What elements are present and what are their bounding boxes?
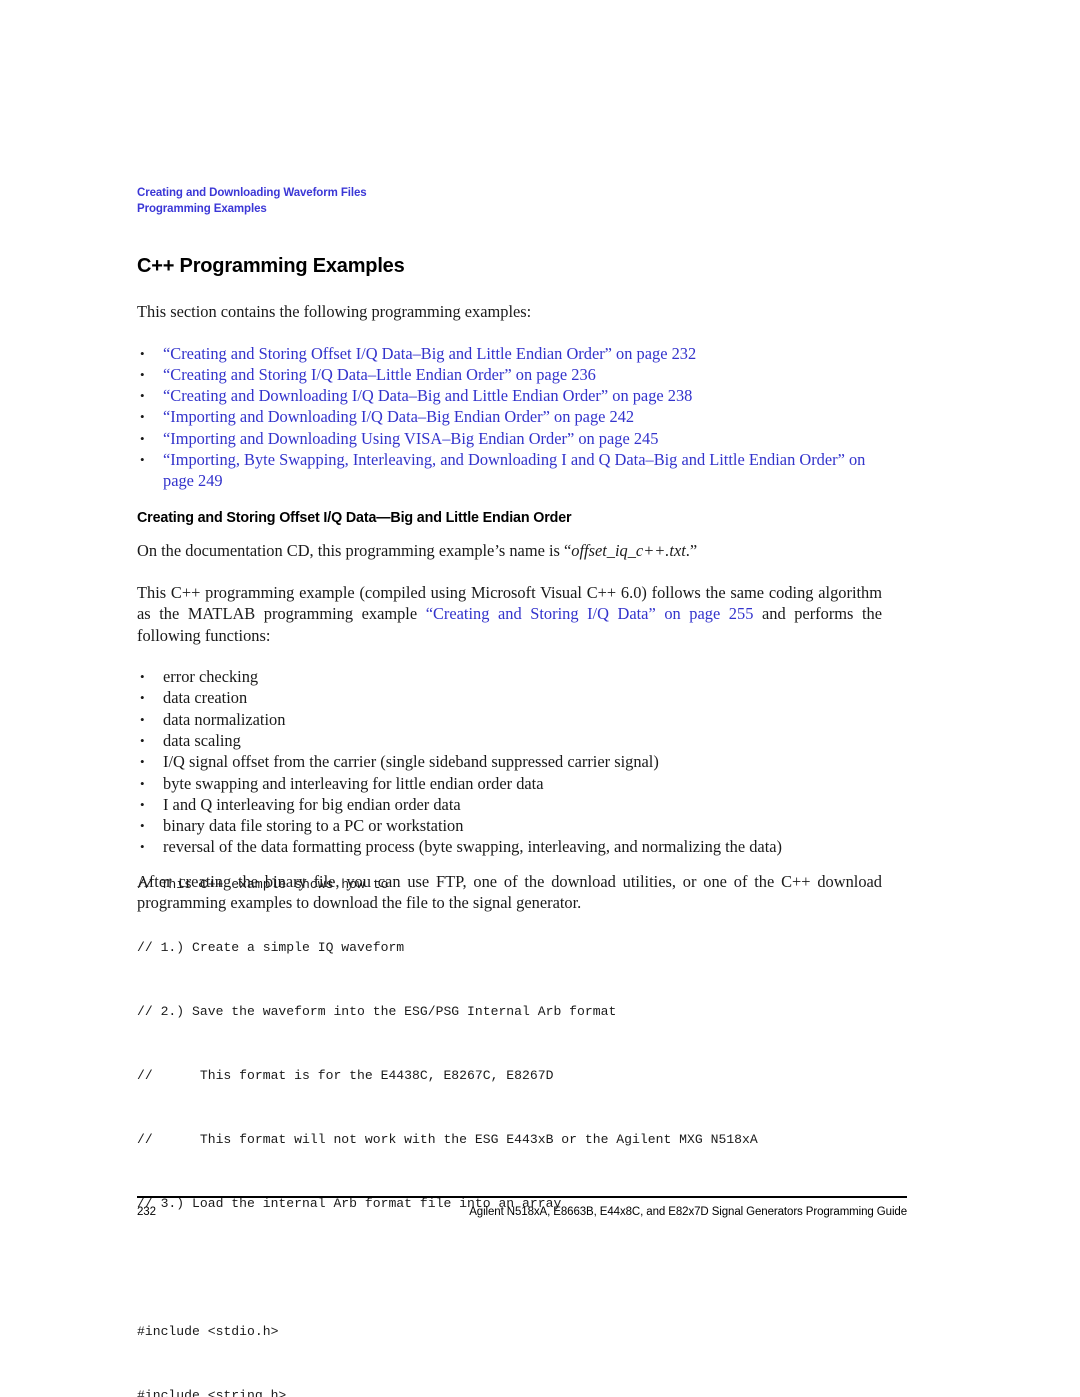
functions-list: error checking data creation data normal… bbox=[137, 666, 882, 858]
cd-note-paragraph: On the documentation CD, this programmin… bbox=[137, 540, 882, 562]
body-content: This section contains the following prog… bbox=[137, 301, 882, 914]
list-item[interactable]: “Creating and Downloading I/Q Data–Big a… bbox=[137, 385, 882, 407]
list-item[interactable]: “Importing and Downloading Using VISA–Bi… bbox=[137, 428, 882, 450]
list-item: data scaling bbox=[137, 730, 882, 752]
list-item: error checking bbox=[137, 666, 882, 688]
cd-note-before: On the documentation CD, this programmin… bbox=[137, 541, 572, 561]
running-header-line2: Programming Examples bbox=[137, 202, 267, 215]
list-item[interactable]: “Importing, Byte Swapping, Interleaving,… bbox=[137, 449, 882, 492]
code-line: // This format is for the E4438C, E8267C… bbox=[137, 1068, 554, 1084]
list-item: I and Q interleaving for big endian orde… bbox=[137, 794, 882, 816]
code-line: // 1.) Create a simple IQ waveform bbox=[137, 940, 405, 956]
intro-paragraph: This section contains the following prog… bbox=[137, 302, 532, 321]
code-block: // This C++ example shows how to // 1.) … bbox=[137, 831, 897, 1397]
list-item[interactable]: “Creating and Storing I/Q Data–Little En… bbox=[137, 364, 882, 386]
example-filename: offset_iq_c++.txt bbox=[571, 541, 686, 561]
list-item[interactable]: “Importing and Downloading I/Q Data–Big … bbox=[137, 406, 882, 428]
cd-note-after: .” bbox=[685, 541, 698, 561]
toc-link-list: “Creating and Storing Offset I/Q Data–Bi… bbox=[137, 343, 882, 492]
guide-title: Agilent N518xA, E8663B, E44x8C, and E82x… bbox=[469, 1206, 907, 1218]
algorithm-paragraph: This C++ programming example (compiled u… bbox=[137, 582, 882, 647]
footer-divider bbox=[137, 1196, 907, 1198]
running-header-line1: Creating and Downloading Waveform Files bbox=[137, 187, 367, 199]
section-subheading: Creating and Storing Offset I/Q Data—Big… bbox=[137, 509, 572, 526]
list-item: data normalization bbox=[137, 709, 882, 731]
code-line: // This C++ example shows how to bbox=[137, 876, 389, 892]
code-line: #include <stdio.h> bbox=[137, 1323, 279, 1339]
running-header: Creating and Downloading Waveform Files … bbox=[137, 186, 882, 217]
code-line: // This format will not work with the ES… bbox=[137, 1132, 758, 1148]
code-line: #include <string.h> bbox=[137, 1387, 287, 1397]
list-item: I/Q signal offset from the carrier (sing… bbox=[137, 751, 882, 773]
code-line: // 2.) Save the waveform into the ESG/PS… bbox=[137, 1004, 617, 1020]
list-item: byte swapping and interleaving for littl… bbox=[137, 773, 882, 795]
document-page: Creating and Downloading Waveform Files … bbox=[0, 0, 1080, 1397]
list-item[interactable]: “Creating and Storing Offset I/Q Data–Bi… bbox=[137, 343, 882, 365]
matlab-example-link[interactable]: “Creating and Storing I/Q Data” on page … bbox=[426, 604, 754, 623]
list-item: data creation bbox=[137, 687, 882, 709]
page-title: C++ Programming Examples bbox=[137, 255, 405, 277]
page-number: 232 bbox=[137, 1206, 156, 1218]
